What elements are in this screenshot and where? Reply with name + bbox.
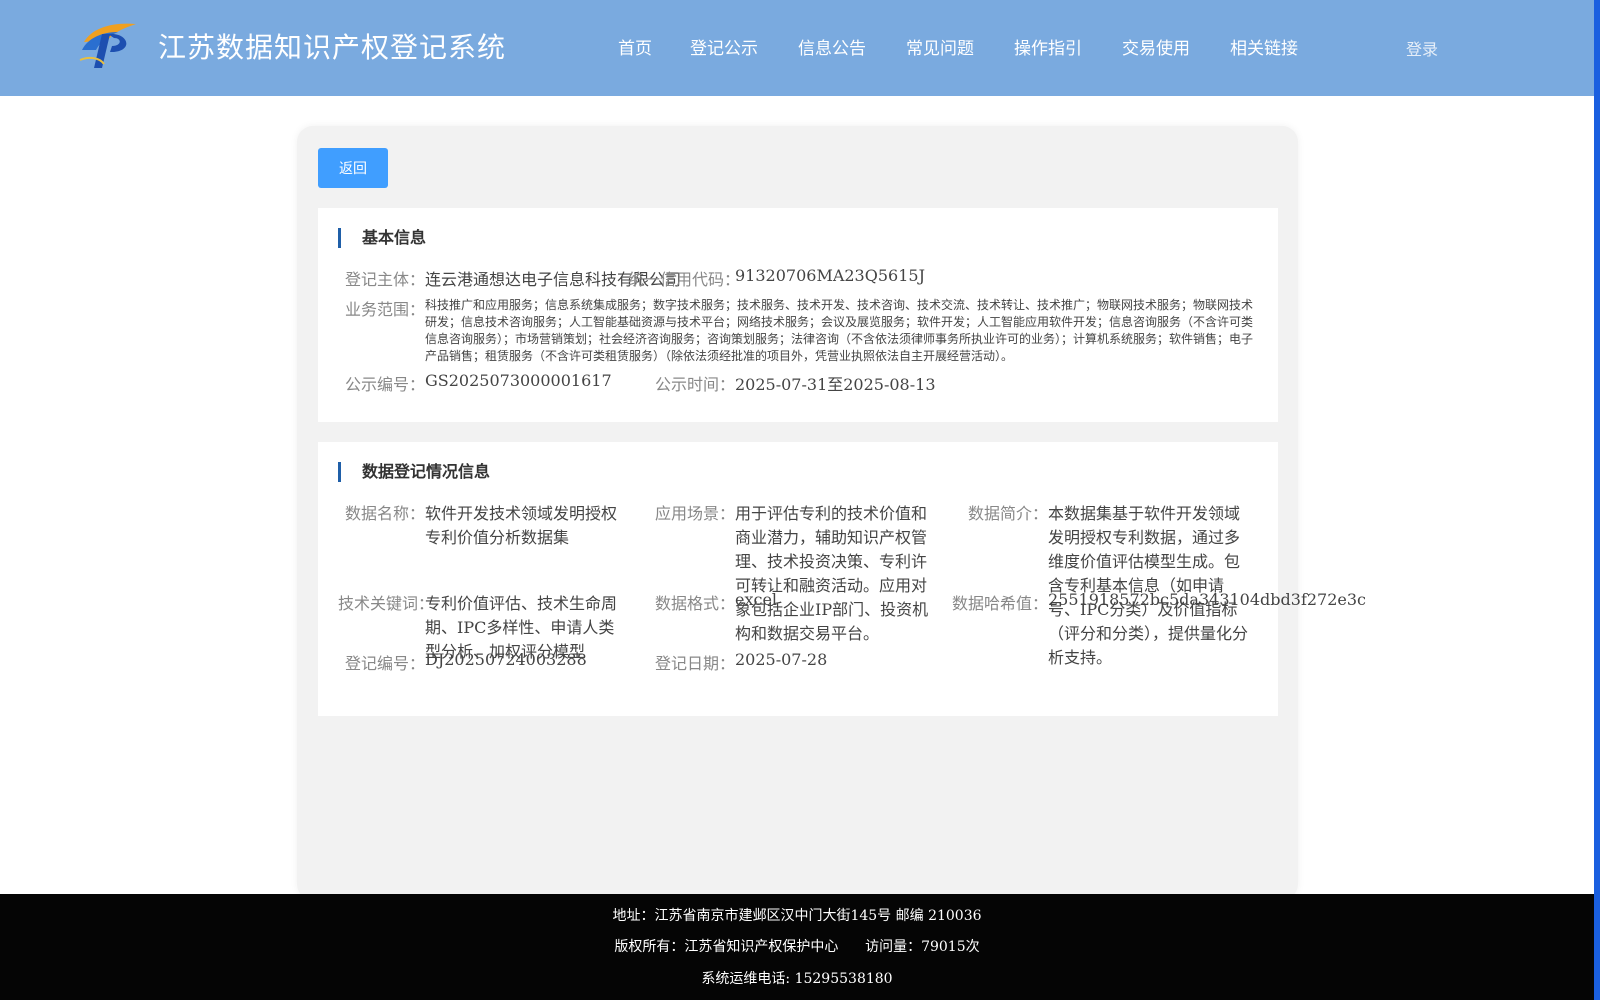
field-label: 公示时间： (654, 375, 735, 394)
footer-phone: 系统运维电话: 15295538180 (701, 971, 893, 987)
field-label: 公示编号： (344, 375, 425, 394)
ip-logo-icon[interactable] (78, 20, 140, 70)
publication-number-value: GS2025073000001617 (425, 371, 612, 390)
field-label: 登记编号： (344, 654, 425, 673)
field-label: 数据哈希值： (951, 594, 1048, 613)
nav-trade-use[interactable]: 交易使用 (1122, 34, 1190, 59)
nav-links[interactable]: 相关链接 (1230, 34, 1298, 59)
footer-copyright: 版权所有：江苏省知识产权保护中心 访问量：79015次 (614, 939, 980, 955)
nav-announcements[interactable]: 信息公告 (798, 34, 866, 59)
nav-guide[interactable]: 操作指引 (1014, 34, 1082, 59)
nav-home[interactable]: 首页 (618, 34, 652, 59)
business-scope-value: 科技推广和应用服务；信息系统集成服务；数字技术服务；技术服务、技术开发、技术咨询… (425, 298, 1254, 363)
scrollbar[interactable] (1594, 0, 1600, 1000)
publication-time-value: 2025-07-31至2025-08-13 (735, 375, 936, 394)
field-label: 数据名称： (344, 504, 425, 523)
registration-date-value: 2025-07-28 (735, 650, 828, 669)
credit-code-value: 91320706MA23Q5615J (735, 266, 925, 285)
footer-address: 地址：江苏省南京市建邺区汉中门大街145号 邮编 210036 (612, 908, 982, 924)
field-label: 数据简介： (967, 504, 1048, 523)
section-title: 基本信息 (338, 228, 426, 248)
field-label: 业务范围： (344, 300, 425, 319)
hash-value: 2551918572bc5da343104dbd3f272e3c (1048, 590, 1367, 609)
field-label: 统一信用代码： (628, 270, 741, 289)
back-button[interactable]: 返回 (318, 148, 388, 188)
detail-card: 返回 基本信息 登记主体： 连云港通想达电子信息科技有限公司 统一信用代码： 9… (297, 126, 1367, 900)
registration-number-value: DJ20250724003288 (425, 650, 587, 669)
field-label: 登记日期： (654, 654, 735, 673)
nav-registration-notice[interactable]: 登记公示 (690, 34, 758, 59)
main-nav: 首页 登记公示 信息公告 常见问题 操作指引 交易使用 相关链接 (618, 34, 1338, 59)
page-footer: 地址：江苏省南京市建邺区汉中门大街145号 邮编 210036 版权所有：江苏省… (0, 894, 1594, 1000)
top-header: 江苏数据知识产权登记系统 首页 登记公示 信息公告 常见问题 操作指引 交易使用… (0, 0, 1594, 96)
login-link[interactable]: 登录 (1406, 36, 1438, 60)
data-registration-section: 数据登记情况信息 数据名称： 软件开发技术领域发明授权专利价值分析数据集 应用场… (318, 442, 1367, 716)
application-scene-value: 用于评估专利的技术价值和商业潜力，辅助知识产权管理、技术投资决策、专利许可转让和… (735, 504, 929, 643)
section-title: 数据登记情况信息 (338, 462, 490, 482)
field-label: 数据格式： (654, 594, 735, 613)
data-intro-value: 本数据集基于软件开发领域发明授权专利数据，通过多维度价值评估模型生成。包含专利基… (1048, 504, 1249, 667)
data-name-value: 软件开发技术领域发明授权专利价值分析数据集 (425, 504, 618, 547)
field-label: 登记主体： (344, 270, 425, 289)
site-title: 江苏数据知识产权登记系统 (158, 31, 507, 64)
field-label: 技术关键词： (338, 594, 435, 613)
basic-info-section: 基本信息 登记主体： 连云港通想达电子信息科技有限公司 统一信用代码： 9132… (318, 208, 1278, 422)
data-format-value: excel (735, 590, 778, 609)
field-label: 应用场景： (654, 504, 735, 523)
nav-faq[interactable]: 常见问题 (906, 34, 974, 59)
